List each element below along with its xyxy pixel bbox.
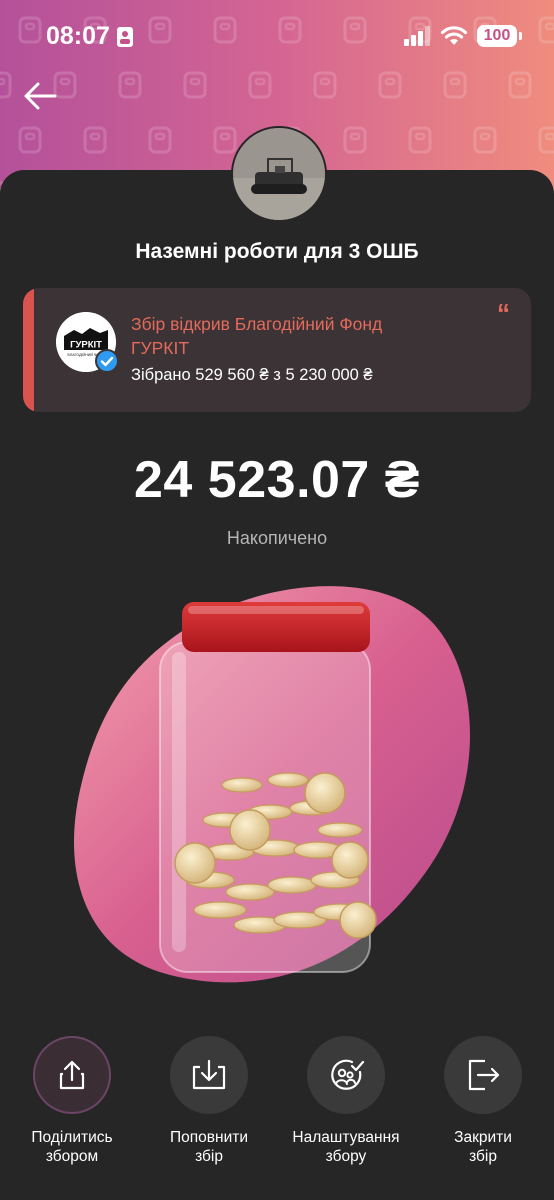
jar-title: Наземні роботи для 3 ОШБ bbox=[135, 240, 419, 263]
cellular-signal-icon bbox=[404, 26, 430, 46]
organizer-raised-total: Зібрано 529 560 ₴ з 5 230 000 ₴ bbox=[131, 366, 373, 384]
verified-check-icon bbox=[95, 349, 119, 373]
top-up-jar-label: Поповнити збір bbox=[170, 1129, 248, 1165]
robot-photo-icon bbox=[233, 128, 325, 220]
settings-icon bbox=[331, 1059, 365, 1090]
jar-avatar bbox=[231, 126, 327, 222]
status-bar: 08:07 100 bbox=[0, 0, 554, 70]
share-icon bbox=[59, 1060, 85, 1090]
close-jar-icon bbox=[468, 1059, 500, 1091]
sim-card-icon bbox=[117, 27, 133, 47]
jar-balance: 24 523.07 ₴ bbox=[134, 451, 420, 509]
jar-settings-label: Налаштування збору bbox=[292, 1129, 400, 1165]
battery-tip bbox=[519, 32, 522, 40]
quote-icon: “ bbox=[497, 298, 510, 328]
close-jar-button-circle[interactable] bbox=[444, 1036, 522, 1114]
battery-level: 100 bbox=[483, 27, 511, 44]
back-arrow-icon[interactable] bbox=[22, 80, 58, 112]
top-up-jar-button[interactable]: Поповнити збір bbox=[139, 1036, 279, 1166]
close-jar-button[interactable]: Закрити збір bbox=[413, 1036, 553, 1166]
share-button-circle[interactable] bbox=[33, 1036, 111, 1114]
organizer-card[interactable]: ГУРКІТ БЛАГОДІЙНИЙ ФОНД Збір відкрив Бла… bbox=[23, 288, 531, 412]
settings-button-circle[interactable] bbox=[307, 1036, 385, 1114]
organizer-opened-by: Збір відкрив Благодійний Фонд ГУРКІТ bbox=[131, 314, 383, 358]
share-jar-label: Поділитись збором bbox=[31, 1129, 113, 1165]
close-jar-label: Закрити збір bbox=[454, 1129, 512, 1165]
jar-illustration bbox=[74, 586, 470, 983]
wifi-icon bbox=[440, 26, 468, 45]
battery-indicator: 100 bbox=[477, 25, 517, 47]
top-up-button-circle[interactable] bbox=[170, 1036, 248, 1114]
status-time: 08:07 bbox=[46, 22, 110, 50]
jar-settings-button[interactable]: Налаштування збору bbox=[276, 1036, 416, 1166]
top-up-icon bbox=[192, 1059, 226, 1090]
organizer-card-accent bbox=[23, 288, 34, 412]
jar-balance-caption: Накопичено bbox=[226, 528, 328, 548]
share-jar-button[interactable]: Поділитись збором bbox=[2, 1036, 142, 1166]
